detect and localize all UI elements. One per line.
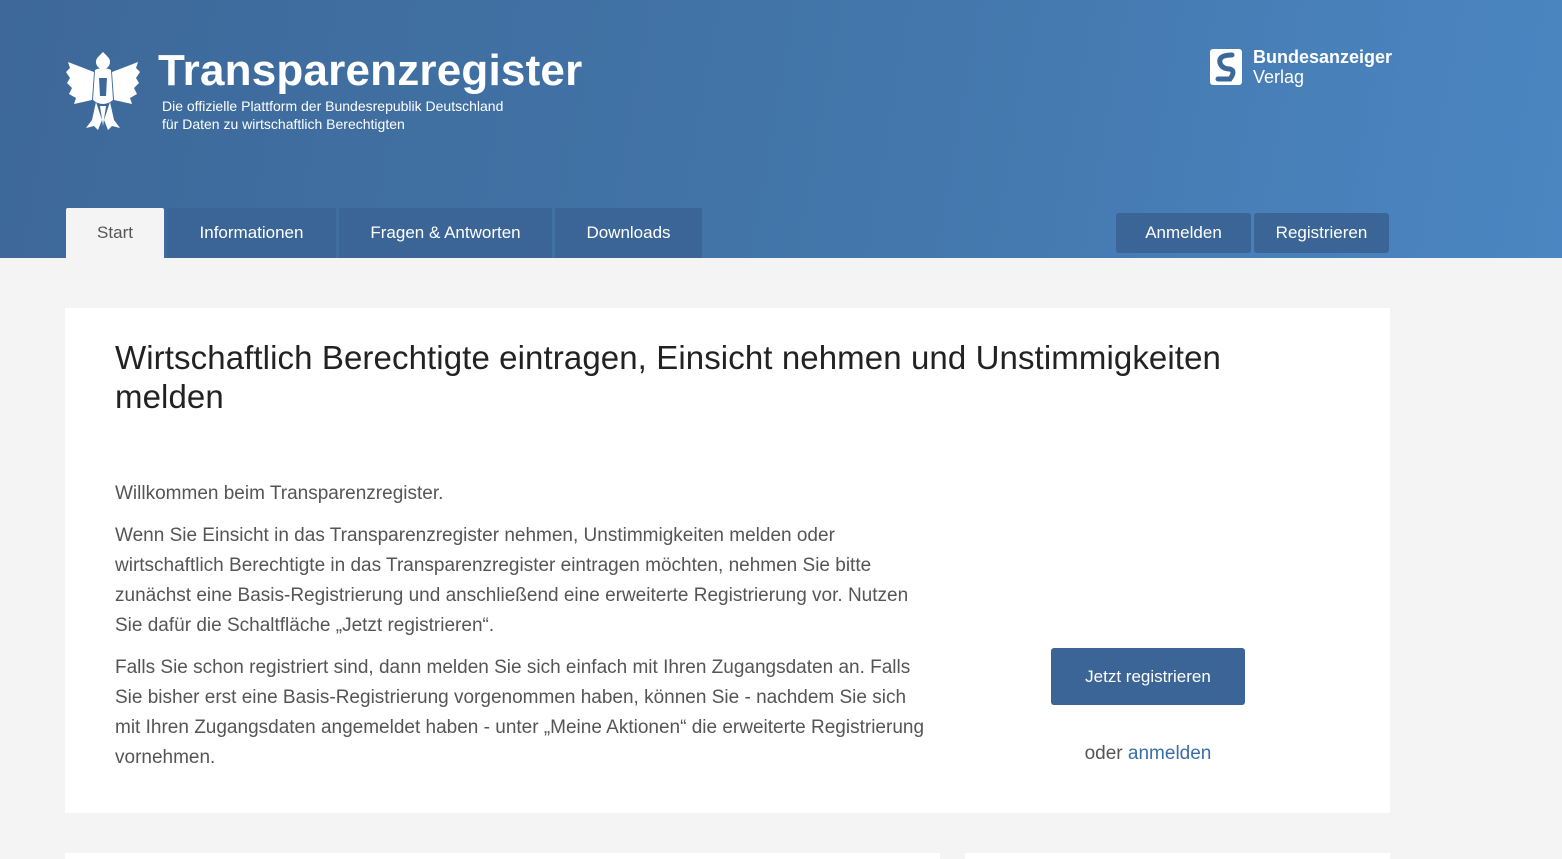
site-subtitle: Die offizielle Plattform der Bundesrepub…: [162, 97, 582, 133]
intro-text: Willkommen beim Transparenzregister. Wen…: [115, 479, 935, 785]
tab-fragen-antworten[interactable]: Fragen & Antworten: [339, 208, 552, 258]
tab-start[interactable]: Start: [66, 208, 164, 258]
site-subtitle-line-2: für Daten zu wirtschaftlich Berechtigten: [162, 116, 405, 132]
publisher-sub: Verlag: [1253, 67, 1305, 87]
register-now-button[interactable]: Jetzt registrieren: [1051, 648, 1245, 705]
page-title: Wirtschaftlich Berechtigte eintragen, Ei…: [115, 339, 1221, 415]
login-button[interactable]: Anmelden: [1116, 213, 1251, 253]
federal-eagle-logo: [66, 52, 140, 130]
welcome-card: Wirtschaftlich Berechtigte eintragen, Ei…: [65, 308, 1390, 813]
register-button[interactable]: Registrieren: [1254, 213, 1389, 253]
intro-paragraph-welcome: Willkommen beim Transparenzregister.: [115, 483, 444, 504]
or-label: oder: [1084, 743, 1123, 764]
next-card-right: [965, 853, 1390, 859]
tab-informationen[interactable]: Informationen: [167, 208, 336, 258]
next-card-left: [65, 853, 940, 859]
site-header: Transparenzregister Die offizielle Platt…: [0, 0, 1562, 258]
site-title[interactable]: Transparenzregister: [158, 44, 582, 98]
publisher-name: Bundesanzeiger: [1253, 47, 1393, 67]
bundesanzeiger-icon: [1210, 49, 1242, 85]
site-subtitle-line-1: Die offizielle Plattform der Bundesrepub…: [162, 98, 504, 114]
intro-paragraph-login: Falls Sie schon registriert sind, dann m…: [115, 657, 925, 768]
intro-paragraph-register: Wenn Sie Einsicht in das Transparenzregi…: [115, 525, 909, 636]
tab-downloads[interactable]: Downloads: [555, 208, 702, 258]
login-link[interactable]: anmelden: [1128, 743, 1211, 764]
or-login-text: oder anmelden: [1001, 743, 1295, 765]
